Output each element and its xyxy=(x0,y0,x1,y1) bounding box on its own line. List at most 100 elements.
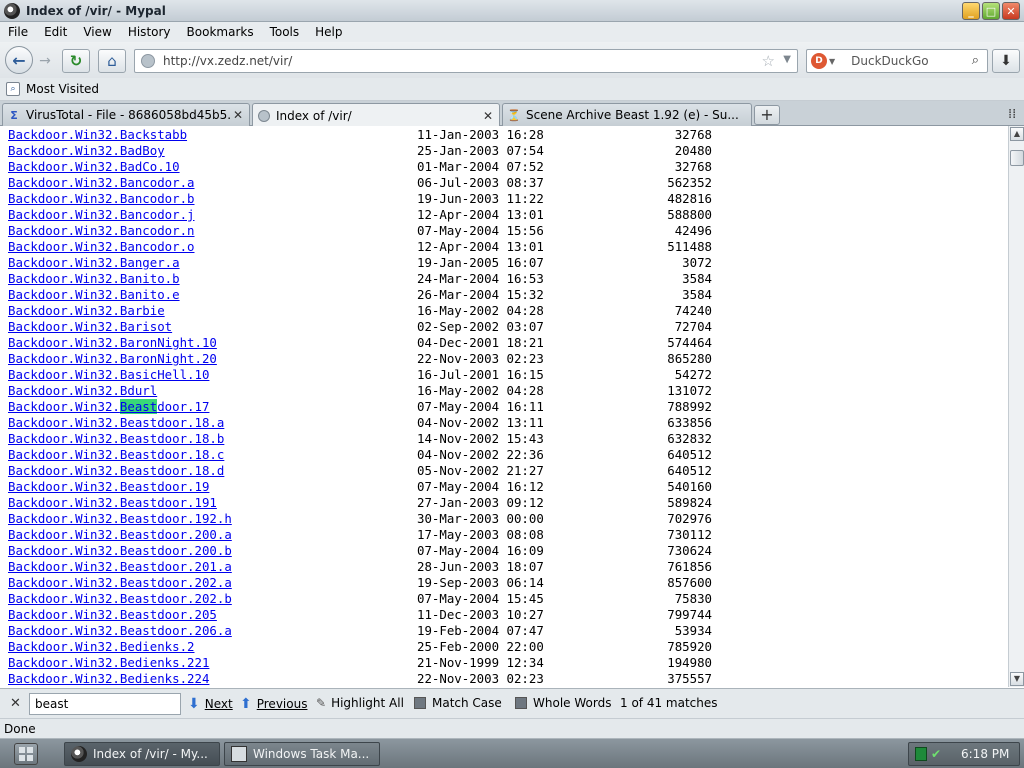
file-link[interactable]: Backdoor.Win32.Barisot xyxy=(8,319,172,335)
menu-view[interactable]: View xyxy=(75,25,119,39)
file-link[interactable]: Backdoor.Win32.Beastdoor.17 xyxy=(8,399,209,415)
bookmark-star-icon[interactable]: ☆ xyxy=(762,52,775,70)
file-link[interactable]: Backdoor.Win32.BasicHell.10 xyxy=(8,367,209,383)
file-link[interactable]: Backdoor.Win32.Beastdoor.18.d xyxy=(8,463,224,479)
file-link[interactable]: Backdoor.Win32.Beastdoor.19 xyxy=(8,479,209,495)
clock[interactable]: 6:18 PM xyxy=(961,747,1009,761)
minimize-button[interactable]: _ xyxy=(962,2,980,20)
scroll-up-arrow-icon[interactable]: ▲ xyxy=(1010,127,1024,141)
file-link[interactable]: Backdoor.Win32.Bdurl xyxy=(8,383,157,399)
url-bar[interactable]: http://vx.zedz.net/vir/ ☆ ▼ xyxy=(134,49,798,73)
menu-file[interactable]: File xyxy=(0,25,36,39)
file-link[interactable]: Backdoor.Win32.Bancodor.n xyxy=(8,223,195,239)
file-size: 375557 xyxy=(667,671,712,686)
file-date: 07-May-2004 15:45 xyxy=(417,591,544,606)
file-link[interactable]: Backdoor.Win32.Banito.b xyxy=(8,271,180,287)
menu-tools[interactable]: Tools xyxy=(262,25,308,39)
file-link[interactable]: Backdoor.Win32.Beastdoor.191 xyxy=(8,495,217,511)
file-link[interactable]: Backdoor.Win32.Banito.e xyxy=(8,287,180,303)
file-link[interactable]: Backdoor.Win32.Bedienks.221 xyxy=(8,655,209,671)
whole-words-checkbox[interactable]: Whole Words xyxy=(515,696,611,710)
file-size: 857600 xyxy=(667,575,712,590)
find-close-icon[interactable]: ✕ xyxy=(10,696,21,711)
title-bar[interactable]: Index of /vir/ - Mypal _ □ ✕ xyxy=(0,0,1024,22)
home-button[interactable]: ⌂ xyxy=(98,49,126,73)
file-link[interactable]: Backdoor.Win32.Backstabb xyxy=(8,127,187,143)
file-link[interactable]: Backdoor.Win32.Beastdoor.200.a xyxy=(8,527,232,543)
site-identity-globe-icon[interactable] xyxy=(141,54,155,68)
new-tab-button[interactable]: + xyxy=(754,105,780,125)
most-visited-folder-icon: ⌕ xyxy=(6,82,20,96)
tab-close-icon[interactable]: ✕ xyxy=(481,109,495,123)
file-link[interactable]: Backdoor.Win32.Beastdoor.201.a xyxy=(8,559,232,575)
file-size: 730624 xyxy=(667,543,712,558)
start-menu-button[interactable] xyxy=(14,743,38,765)
menu-bookmarks[interactable]: Bookmarks xyxy=(179,25,262,39)
file-link[interactable]: Backdoor.Win32.Beastdoor.205 xyxy=(8,607,217,623)
file-size: 632832 xyxy=(667,431,712,446)
reload-icon: ↻ xyxy=(69,52,83,70)
scrollbar-thumb[interactable] xyxy=(1010,150,1024,166)
url-history-dropdown-icon[interactable]: ▼ xyxy=(783,54,791,65)
file-date: 01-Mar-2004 07:52 xyxy=(417,159,544,174)
file-link[interactable]: Backdoor.Win32.Beastdoor.18.c xyxy=(8,447,224,463)
downloads-button[interactable]: ⬇ xyxy=(992,49,1020,73)
file-size: 74240 xyxy=(674,303,712,318)
tab-close-icon[interactable]: ✕ xyxy=(231,108,245,122)
file-link[interactable]: Backdoor.Win32.Beastdoor.202.b xyxy=(8,591,232,607)
find-input[interactable]: beast xyxy=(29,693,181,715)
tab-list-icon[interactable]: ⁞⁞ xyxy=(1008,107,1016,122)
tray-network-icon[interactable]: ✔ xyxy=(931,747,943,761)
mypal-app-icon[interactable] xyxy=(4,2,20,19)
file-date: 19-Jun-2003 11:22 xyxy=(417,191,544,206)
tab-scene-archive[interactable]: ⏳ Scene Archive Beast 1.92 (e) - Su... xyxy=(502,103,752,126)
tray-app-icon[interactable] xyxy=(915,747,927,761)
scroll-down-arrow-icon[interactable]: ▼ xyxy=(1010,672,1024,686)
close-button[interactable]: ✕ xyxy=(1002,2,1020,20)
file-link[interactable]: Backdoor.Win32.Barbie xyxy=(8,303,165,319)
file-link[interactable]: Backdoor.Win32.Bancodor.j xyxy=(8,207,195,223)
file-link[interactable]: Backdoor.Win32.Bedienks.2 xyxy=(8,639,195,655)
menu-help[interactable]: Help xyxy=(307,25,350,39)
file-link[interactable]: Backdoor.Win32.BadBoy xyxy=(8,143,165,159)
file-link[interactable]: Backdoor.Win32.Bancodor.b xyxy=(8,191,195,207)
menu-history[interactable]: History xyxy=(120,25,179,39)
file-link[interactable]: Backdoor.Win32.Bancodor.a xyxy=(8,175,195,191)
file-size: 589824 xyxy=(667,495,712,510)
find-previous-button[interactable]: ⬆ Previous xyxy=(240,696,307,712)
tab-virustotal[interactable]: Σ VirusTotal - File - 8686058bd45b5... ✕ xyxy=(2,103,250,126)
file-link[interactable]: Backdoor.Win32.BaronNight.20 xyxy=(8,351,217,367)
file-link[interactable]: Backdoor.Win32.Beastdoor.206.a xyxy=(8,623,232,639)
tab-index-of-vir[interactable]: Index of /vir/ ✕ xyxy=(252,103,500,127)
file-link[interactable]: Backdoor.Win32.BadCo.10 xyxy=(8,159,180,175)
search-input-placeholder[interactable]: DuckDuckGo xyxy=(851,54,928,68)
find-next-button[interactable]: ⬇ Next xyxy=(188,696,233,712)
search-engine-dropdown-icon[interactable]: ▼ xyxy=(829,57,835,66)
file-link[interactable]: Backdoor.Win32.Beastdoor.192.h xyxy=(8,511,232,527)
vertical-scrollbar[interactable]: ▲ ▼ xyxy=(1008,126,1024,687)
most-visited-bookmark[interactable]: Most Visited xyxy=(26,82,99,96)
back-button[interactable]: ← xyxy=(5,46,33,74)
file-link[interactable]: Backdoor.Win32.Beastdoor.18.b xyxy=(8,431,224,447)
menu-edit[interactable]: Edit xyxy=(36,25,75,39)
file-link[interactable]: Backdoor.Win32.Bedienks.224 xyxy=(8,671,209,687)
file-link[interactable]: Backdoor.Win32.Beastdoor.202.a xyxy=(8,575,232,591)
match-case-checkbox[interactable]: Match Case xyxy=(414,696,502,710)
file-link[interactable]: Backdoor.Win32.Beastdoor.18.a xyxy=(8,415,224,431)
search-magnifier-icon[interactable]: ⌕ xyxy=(972,53,979,68)
url-text[interactable]: http://vx.zedz.net/vir/ xyxy=(163,54,292,68)
taskbar-item-mypal[interactable]: Index of /vir/ - My... xyxy=(64,742,220,766)
highlight-all-button[interactable]: ✎ Highlight All xyxy=(316,696,404,710)
highlight-all-label: Highlight All xyxy=(331,696,404,710)
file-link[interactable]: Backdoor.Win32.Bancodor.o xyxy=(8,239,195,255)
reload-button[interactable]: ↻ xyxy=(62,49,90,73)
file-link[interactable]: Backdoor.Win32.Banger.a xyxy=(8,255,180,271)
file-link[interactable]: Backdoor.Win32.Beastdoor.200.b xyxy=(8,543,232,559)
maximize-button[interactable]: □ xyxy=(982,2,1000,20)
file-size: 562352 xyxy=(667,175,712,190)
taskbar-item-task-manager[interactable]: Windows Task Ma... xyxy=(224,742,380,766)
forward-button[interactable]: → xyxy=(34,52,56,70)
duckduckgo-engine-icon[interactable]: D xyxy=(811,53,827,69)
search-bar[interactable]: D ▼ DuckDuckGo ⌕ xyxy=(806,49,988,73)
file-link[interactable]: Backdoor.Win32.BaronNight.10 xyxy=(8,335,217,351)
